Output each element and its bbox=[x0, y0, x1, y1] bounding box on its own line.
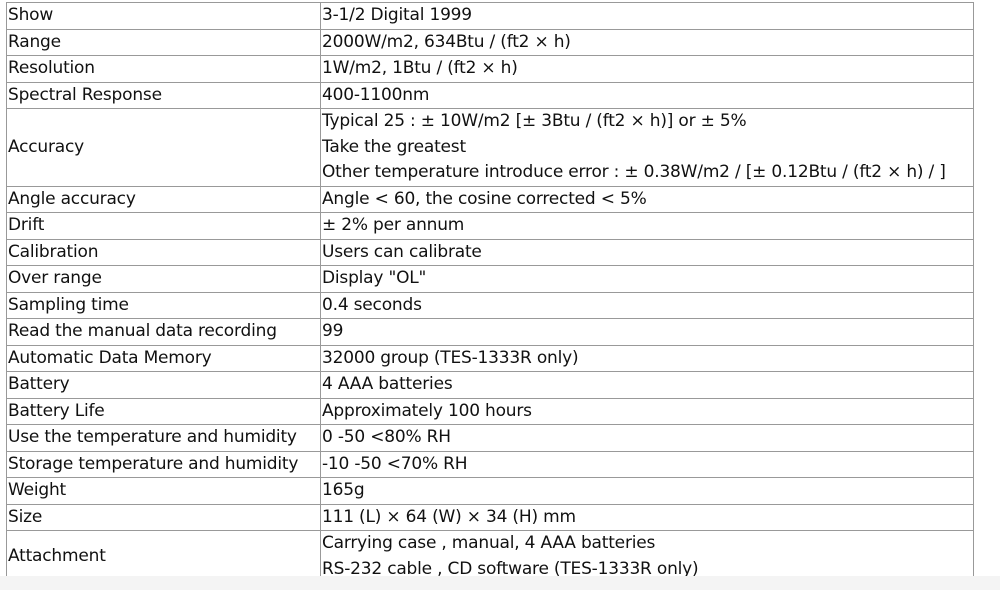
spec-row: Automatic Data Memory 32000 group (TES-13… bbox=[6, 344, 974, 372]
spec-row: Spectral Response 400-1100nm bbox=[6, 81, 974, 109]
spec-value-line: ± 2% per annum bbox=[322, 215, 465, 235]
spec-value: 32000 group (TES-1333R only) bbox=[320, 344, 974, 372]
spec-value: Display "OL" bbox=[320, 265, 974, 293]
spec-label: Calibration bbox=[6, 238, 321, 266]
spec-row: Range 2000W/m2, 634Btu / (ft2 × h) bbox=[6, 28, 974, 56]
spec-row: Angle accuracy Angle < 60, the cosine cor… bbox=[6, 185, 974, 213]
spec-value-line: Take the greatest bbox=[322, 136, 466, 157]
spec-label: Resolution bbox=[6, 55, 321, 83]
spec-value-line: 99 bbox=[322, 321, 344, 341]
spec-value-line: -10 -50 <70% RH bbox=[322, 453, 468, 474]
spec-label: Range bbox=[6, 28, 321, 56]
spec-value-line: Angle < 60, the cosine corrected < 5% bbox=[322, 188, 647, 209]
spec-table: Show 3-1/2 Digital 1999 Range 2000W/m2, 634… bbox=[6, 2, 974, 583]
spec-label: Weight bbox=[6, 477, 321, 505]
spec-label: Automatic Data Memory bbox=[6, 344, 321, 372]
spec-value: 1W/m2, 1Btu / (ft2 × h) bbox=[320, 55, 974, 83]
spec-row: Battery Life Approximately 100 hours bbox=[6, 397, 974, 425]
spec-label: Show bbox=[6, 2, 321, 30]
spec-value: -10 -50 <70% RH bbox=[320, 450, 974, 478]
spec-value: 400-1100nm bbox=[320, 81, 974, 109]
spec-value: 0.4 seconds bbox=[320, 291, 974, 319]
spec-value-line: 0.4 seconds bbox=[322, 294, 422, 315]
spec-value-line: 165g bbox=[322, 480, 365, 500]
spec-value-line: 0 -50 <80% RH bbox=[322, 427, 451, 447]
spec-value-line: 4 AAA batteries bbox=[322, 374, 453, 394]
spec-row: Sampling time 0.4 seconds bbox=[6, 291, 974, 319]
spec-value-line: 2000W/m2, 634Btu / (ft2 × h) bbox=[322, 31, 571, 52]
spec-row: Attachment Carrying case , manual, 4 AAA … bbox=[6, 530, 974, 583]
spec-label: Sampling time bbox=[6, 291, 321, 319]
spec-value-line: 111 (L) × 64 (W) × 34 (H) mm bbox=[322, 506, 576, 527]
spec-value: 111 (L) × 64 (W) × 34 (H) mm bbox=[320, 503, 974, 531]
spec-value: 3-1/2 Digital 1999 bbox=[320, 2, 974, 30]
spec-label: Battery bbox=[6, 371, 321, 399]
spec-value: 2000W/m2, 634Btu / (ft2 × h) bbox=[320, 28, 974, 56]
spec-value-line: Display "OL" bbox=[322, 268, 427, 288]
spec-row: Show 3-1/2 Digital 1999 bbox=[6, 2, 974, 30]
spec-row: Drift ± 2% per annum bbox=[6, 212, 974, 240]
spec-row: Storage temperature and humidity -10 -50 … bbox=[6, 450, 974, 478]
spec-label: Storage temperature and humidity bbox=[6, 450, 321, 478]
spec-value-line: 400-1100nm bbox=[322, 84, 430, 105]
spec-value: Approximately 100 hours bbox=[320, 397, 974, 425]
spec-value: ± 2% per annum bbox=[320, 212, 974, 240]
spec-value-line: Approximately 100 hours bbox=[322, 400, 532, 421]
bottom-shade bbox=[0, 576, 1000, 590]
spec-row: Use the temperature and humidity 0 -50 <8… bbox=[6, 424, 974, 452]
spec-value-line: Carrying case , manual, 4 AAA batteries bbox=[322, 533, 656, 553]
spec-label: Battery Life bbox=[6, 397, 321, 425]
spec-value-line: Other temperature introduce error : ± 0.… bbox=[322, 162, 946, 182]
spec-row: Read the manual data recording 99 bbox=[6, 318, 974, 346]
spec-label: Use the temperature and humidity bbox=[6, 424, 321, 452]
spec-value: 165g bbox=[320, 477, 974, 505]
spec-row: Size 111 (L) × 64 (W) × 34 (H) mm bbox=[6, 503, 974, 531]
spec-value: 4 AAA batteries bbox=[320, 371, 974, 399]
spec-value: Carrying case , manual, 4 AAA batteries R… bbox=[320, 530, 974, 583]
spec-value: 99 bbox=[320, 318, 974, 346]
spec-row: Calibration Users can calibrate bbox=[6, 238, 974, 266]
spec-row: Over range Display "OL" bbox=[6, 265, 974, 293]
spec-label: Accuracy bbox=[6, 108, 321, 187]
spec-value-line: 32000 group (TES-1333R only) bbox=[322, 347, 579, 368]
spec-label: Attachment bbox=[6, 530, 321, 583]
spec-row: Weight 165g bbox=[6, 477, 974, 505]
spec-value: Typical 25 : ± 10W/m2 [± 3Btu / (ft2 × h… bbox=[320, 108, 974, 187]
spec-value-line: 1W/m2, 1Btu / (ft2 × h) bbox=[322, 58, 518, 78]
spec-value: Users can calibrate bbox=[320, 238, 974, 266]
spec-value-line: Typical 25 : ± 10W/m2 [± 3Btu / (ft2 × h… bbox=[322, 111, 747, 131]
spec-label: Angle accuracy bbox=[6, 185, 321, 213]
spec-label: Read the manual data recording bbox=[6, 318, 321, 346]
spec-row: Resolution 1W/m2, 1Btu / (ft2 × h) bbox=[6, 55, 974, 83]
spec-label: Size bbox=[6, 503, 321, 531]
spec-label: Spectral Response bbox=[6, 81, 321, 109]
spec-label: Drift bbox=[6, 212, 321, 240]
spec-label: Over range bbox=[6, 265, 321, 293]
spec-value: 0 -50 <80% RH bbox=[320, 424, 974, 452]
spec-value-line: Users can calibrate bbox=[322, 241, 482, 262]
spec-value: Angle < 60, the cosine corrected < 5% bbox=[320, 185, 974, 213]
spec-value-line: 3-1/2 Digital 1999 bbox=[322, 5, 472, 25]
spec-row: Accuracy Typical 25 : ± 10W/m2 [± 3Btu / … bbox=[6, 108, 974, 187]
spec-row: Battery 4 AAA batteries bbox=[6, 371, 974, 399]
